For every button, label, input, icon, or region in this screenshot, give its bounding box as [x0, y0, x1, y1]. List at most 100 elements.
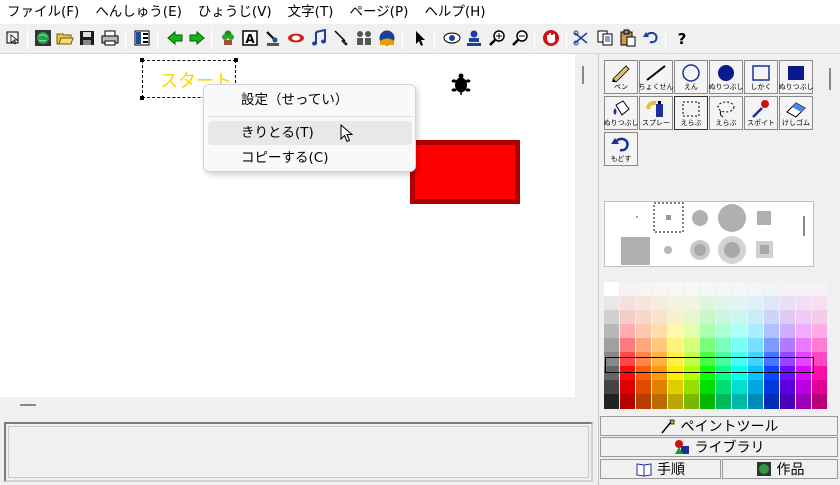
palette-swatch[interactable]: [668, 394, 683, 409]
palette-swatch[interactable]: [812, 338, 827, 353]
palette-swatch[interactable]: [716, 296, 731, 311]
zoom-out-icon[interactable]: [510, 28, 530, 48]
palette-swatch[interactable]: [684, 282, 699, 297]
eyedropper-tool[interactable]: スポイト: [744, 96, 778, 130]
palette-swatch[interactable]: [764, 338, 779, 353]
menu-help[interactable]: ヘルプ(H): [417, 0, 494, 24]
undo-paint-tool[interactable]: もどす: [604, 132, 638, 166]
palette-swatch[interactable]: [764, 296, 779, 311]
palette-swatch[interactable]: [700, 310, 715, 325]
tab-procedure[interactable]: 手順: [600, 459, 721, 479]
palette-swatch[interactable]: [684, 394, 699, 409]
eraser-tool[interactable]: けしゴム: [779, 96, 813, 130]
canvas-vertical-scrollbar[interactable]: [575, 54, 595, 397]
palette-swatch[interactable]: [748, 394, 763, 409]
palette-swatch[interactable]: [796, 394, 811, 409]
palette-swatch[interactable]: [732, 338, 747, 353]
palette-swatch[interactable]: [780, 394, 795, 409]
palette-swatch[interactable]: [780, 338, 795, 353]
palette-swatch[interactable]: [812, 352, 827, 367]
palette-swatch[interactable]: [780, 380, 795, 395]
palette-swatch[interactable]: [620, 324, 635, 339]
brush-icon[interactable]: [331, 28, 351, 48]
palette-swatch[interactable]: [796, 324, 811, 339]
palette-swatch[interactable]: [764, 394, 779, 409]
palette-swatch[interactable]: [636, 310, 651, 325]
palette-swatch[interactable]: [732, 380, 747, 395]
palette-swatch[interactable]: [716, 282, 731, 297]
palette-swatch[interactable]: [668, 296, 683, 311]
rect-select-tool[interactable]: えらぶ: [674, 96, 708, 130]
palette-swatch[interactable]: [732, 282, 747, 297]
tab-works[interactable]: 作品: [722, 459, 838, 479]
palette-swatch[interactable]: [652, 310, 667, 325]
palette-swatch[interactable]: [604, 310, 619, 325]
palette-swatch[interactable]: [748, 324, 763, 339]
back-icon[interactable]: [165, 28, 185, 48]
palette-swatch[interactable]: [604, 380, 619, 395]
palette-swatch[interactable]: [812, 380, 827, 395]
layout-icon[interactable]: [132, 28, 152, 48]
palette-swatch[interactable]: [652, 394, 667, 409]
palette-swatch[interactable]: [700, 282, 715, 297]
palette-swatch[interactable]: [620, 310, 635, 325]
context-menu-settings[interactable]: 設定（せってい）: [208, 88, 412, 112]
context-menu-copy[interactable]: コピーする(C): [208, 146, 412, 170]
palette-swatch[interactable]: [636, 282, 651, 297]
palette-swatch[interactable]: [780, 310, 795, 325]
palette-swatch[interactable]: [748, 310, 763, 325]
line-tool[interactable]: ちょくせん: [639, 60, 674, 94]
palette-swatch[interactable]: [652, 324, 667, 339]
palette-swatch[interactable]: [700, 380, 715, 395]
help-icon[interactable]: ?: [672, 28, 692, 48]
paste-icon[interactable]: [618, 28, 638, 48]
palette-swatch[interactable]: [716, 380, 731, 395]
palette-swatch[interactable]: [796, 296, 811, 311]
eye-icon[interactable]: [442, 28, 462, 48]
palette-swatch[interactable]: [668, 338, 683, 353]
palette-swatch[interactable]: [684, 310, 699, 325]
palette-swatch[interactable]: [684, 380, 699, 395]
plant-icon[interactable]: [218, 28, 238, 48]
brush-scrollbar[interactable]: [803, 216, 805, 236]
palette-swatch[interactable]: [636, 380, 651, 395]
palette-swatch[interactable]: [716, 338, 731, 353]
filled-rectangle-tool[interactable]: ぬりつぶし: [778, 60, 814, 94]
pen-tool[interactable]: ペン: [604, 60, 638, 94]
open-icon[interactable]: [55, 28, 75, 48]
palette-swatch[interactable]: [668, 310, 683, 325]
palette-swatch[interactable]: [636, 338, 651, 353]
palette-swatch[interactable]: [668, 380, 683, 395]
spray-tool[interactable]: スプレー: [639, 96, 673, 130]
color-palette[interactable]: [604, 282, 827, 410]
tools-scrollbar[interactable]: [826, 60, 834, 100]
palette-swatch[interactable]: [684, 324, 699, 339]
people-icon[interactable]: [354, 28, 374, 48]
palette-swatch[interactable]: [620, 282, 635, 297]
palette-swatch[interactable]: [700, 296, 715, 311]
red-rectangle-sprite[interactable]: [410, 140, 520, 204]
palette-swatch[interactable]: [604, 394, 619, 409]
eye-mask-icon[interactable]: [286, 28, 306, 48]
palette-swatch[interactable]: [684, 338, 699, 353]
palette-swatch[interactable]: [652, 380, 667, 395]
menu-view[interactable]: ひょうじ(V): [191, 0, 281, 24]
palette-swatch[interactable]: [812, 310, 827, 325]
palette-swatch[interactable]: [796, 338, 811, 353]
palette-swatch[interactable]: [732, 296, 747, 311]
menu-page[interactable]: ページ(P): [342, 0, 417, 24]
filled-circle-tool[interactable]: ぬりつぶし: [708, 60, 744, 94]
palette-swatch[interactable]: [796, 310, 811, 325]
fill-tool[interactable]: ぬりつぶし: [603, 96, 639, 130]
palette-swatch[interactable]: [812, 394, 827, 409]
palette-swatch[interactable]: [748, 296, 763, 311]
palette-swatch[interactable]: [700, 394, 715, 409]
palette-swatch[interactable]: [668, 324, 683, 339]
turtle-icon[interactable]: [450, 72, 472, 96]
palette-swatch[interactable]: [812, 366, 827, 381]
menu-text[interactable]: 文字(T): [281, 0, 343, 24]
palette-swatch[interactable]: [748, 282, 763, 297]
tab-paint-tool[interactable]: ペイントツール: [600, 416, 838, 436]
palette-swatch[interactable]: [604, 296, 619, 311]
save-icon[interactable]: [77, 28, 97, 48]
